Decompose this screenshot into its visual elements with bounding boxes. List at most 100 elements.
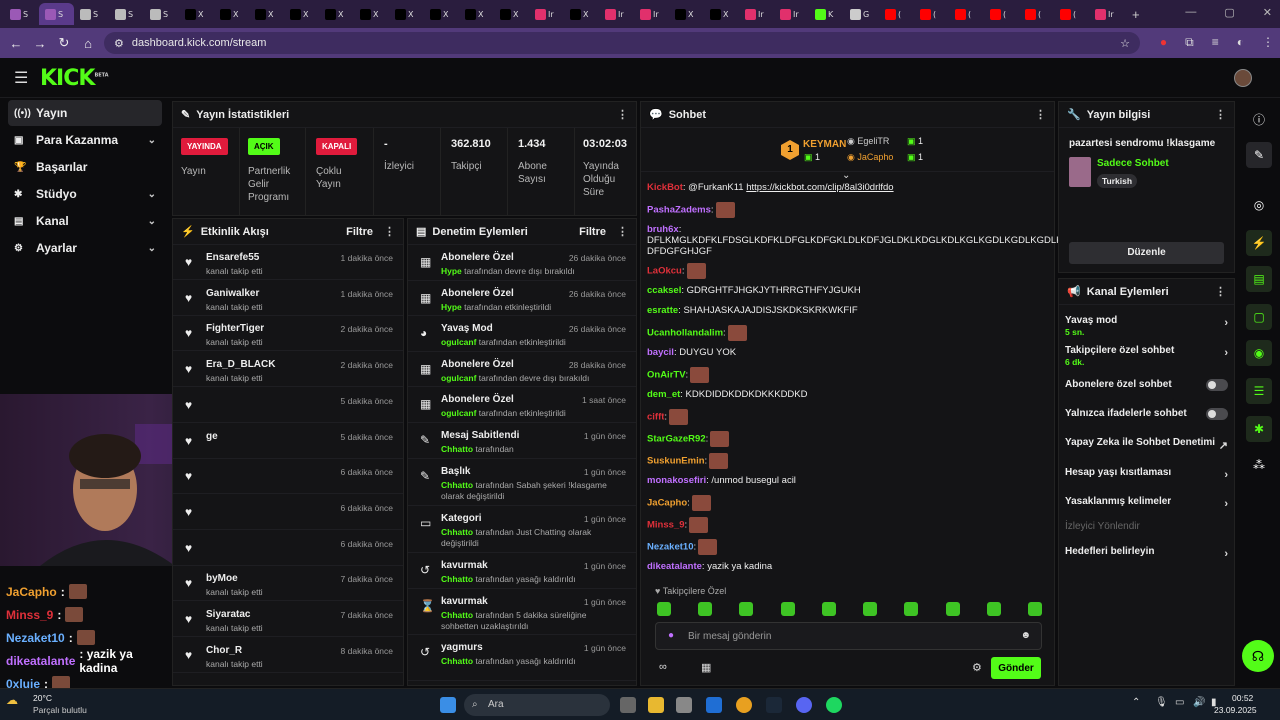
toggle-switch[interactable] — [1206, 379, 1228, 391]
reload-icon[interactable]: ↻ — [52, 35, 76, 51]
chat-link[interactable]: https://kickbot.com/clip/8al3i0drlfdo — [746, 182, 893, 193]
chat-username[interactable]: Minss_9 — [647, 520, 685, 531]
channel-action-5[interactable]: Hesap yaşı kısıtlaması › — [1065, 467, 1228, 481]
clock-date[interactable]: 23.09.2025 — [1214, 705, 1257, 715]
mic-icon[interactable]: ● — [668, 630, 674, 641]
maximize-icon[interactable]: ▢ — [1224, 6, 1234, 19]
microphone-icon[interactable]: 🎙 — [1155, 697, 1168, 708]
browser-tab[interactable]: ( — [914, 3, 949, 25]
browser-tab[interactable]: X — [214, 3, 249, 25]
points-icon[interactable]: ∞ — [659, 661, 667, 673]
moderator-name[interactable]: ogulcanf — [441, 337, 476, 347]
browser-tab[interactable]: S — [74, 3, 109, 25]
browser-tab[interactable]: Ir — [1089, 3, 1124, 25]
moderator-name[interactable]: Chhatto — [441, 574, 473, 584]
sidebar-item-3[interactable]: ✱ Stüdyo ⌄ — [8, 181, 162, 207]
browser-tab[interactable]: Ir — [739, 3, 774, 25]
sidebar-item-1[interactable]: ▣ Para Kazanma ⌄ — [8, 127, 162, 153]
channel-action-1[interactable]: Takipçilere özel sohbet 6 dk. › — [1065, 345, 1228, 367]
browser-tab[interactable]: G — [844, 3, 879, 25]
moderator-name[interactable]: ogulcanf — [441, 408, 476, 418]
quick-emote-icon[interactable] — [821, 602, 836, 616]
toggle-switch[interactable] — [1206, 408, 1228, 420]
channel-action-4[interactable]: Yapay Zeka ile Sohbet Denetimi ↗ — [1065, 437, 1228, 452]
moderator-name[interactable]: Hype — [441, 266, 462, 276]
browser-tab[interactable]: ( — [984, 3, 1019, 25]
moderator-name[interactable]: ogulcanf — [441, 373, 476, 383]
gift-icon[interactable]: ▦ — [701, 661, 711, 674]
channel-action-3[interactable]: Yalnızca ifadelerle sohbet — [1065, 408, 1228, 420]
forward-icon[interactable]: → — [28, 36, 52, 51]
chat-username[interactable]: bruh6x — [647, 224, 679, 235]
browser-tab[interactable]: Ir — [529, 3, 564, 25]
channel-action-6[interactable]: Yasaklanmış kelimeler › — [1065, 496, 1228, 510]
browser-tab[interactable]: ( — [879, 3, 914, 25]
channel-action-0[interactable]: Yavaş mod 5 sn. › — [1065, 315, 1228, 337]
kick-logo[interactable]: KICKBETA — [40, 66, 109, 91]
browser-tab[interactable]: X — [424, 3, 459, 25]
browser-tab[interactable]: X — [669, 3, 704, 25]
activity-username[interactable]: Chor_R — [206, 645, 242, 656]
browser-tab[interactable]: X — [179, 3, 214, 25]
filter-button[interactable]: Filtre — [346, 226, 373, 238]
chat-username[interactable]: SuskunEmin — [647, 456, 705, 467]
file-explorer-icon[interactable] — [648, 697, 664, 713]
quick-emote-icon[interactable] — [1027, 602, 1042, 616]
moderator-name[interactable]: Hype — [441, 302, 462, 312]
send-button[interactable]: Gönder — [991, 657, 1041, 679]
browser-tab[interactable]: S — [39, 3, 74, 25]
chat-username[interactable]: PashaZadems — [647, 205, 711, 216]
chat-username[interactable]: dikeatalante — [647, 561, 702, 572]
browser-tab[interactable]: X — [704, 3, 739, 25]
back-icon[interactable]: ← — [4, 36, 28, 51]
nodes-icon[interactable]: ⁂ — [1246, 452, 1272, 478]
edit-button[interactable]: Düzenle — [1069, 242, 1224, 264]
category-link[interactable]: Sadece Sohbet — [1097, 158, 1169, 169]
outlook-icon[interactable] — [706, 697, 722, 713]
activity-username[interactable]: Era_D_BLACK — [206, 359, 275, 370]
address-bar[interactable]: ⚙ dashboard.kick.com/stream ☆ — [104, 32, 1140, 54]
chat-username[interactable]: cifft — [647, 412, 664, 423]
extension-icon[interactable]: ● — [1160, 35, 1167, 50]
activity-username[interactable]: ge — [206, 431, 218, 442]
spotify-icon[interactable] — [826, 697, 842, 713]
quick-emote-icon[interactable] — [986, 602, 1001, 616]
browser-tab[interactable]: X — [284, 3, 319, 25]
chat-username[interactable]: LaOkcu — [647, 266, 682, 277]
store-icon[interactable] — [676, 697, 692, 713]
chat-username[interactable]: baycil — [647, 347, 674, 358]
activity-username[interactable]: Siyaratac — [206, 609, 250, 620]
network-icon[interactable]: ▭ — [1175, 697, 1184, 708]
chat-username[interactable]: esratte — [647, 305, 678, 316]
media-icon[interactable]: ≡ — [1212, 35, 1219, 50]
quick-emote-icon[interactable] — [780, 602, 795, 616]
quick-emote-icon[interactable] — [739, 602, 754, 616]
quick-emote-icon[interactable] — [945, 602, 960, 616]
more-options-icon[interactable]: ⋮ — [617, 108, 628, 121]
sidebar-item-5[interactable]: ⚙ Ayarlar ⌄ — [8, 235, 162, 261]
task-view-icon[interactable] — [620, 697, 636, 713]
taskbar-search[interactable]: ⌕ Ara — [464, 694, 610, 716]
site-info-icon[interactable]: ⚙ — [114, 37, 124, 50]
browser-tab[interactable]: ( — [1019, 3, 1054, 25]
leader-2[interactable]: ◉ EgeliTR — [847, 136, 889, 147]
sidebar-item-0[interactable]: ((•)) Yayın — [8, 100, 162, 126]
browser-tab[interactable]: X — [249, 3, 284, 25]
chat-username[interactable]: monakosefiri — [647, 475, 706, 486]
sidebar-item-2[interactable]: 🏆 Başarılar — [8, 154, 162, 180]
chat-username[interactable]: StarGazeR92 — [647, 434, 706, 445]
channel-action-8[interactable]: Hedefleri belirleyin › — [1065, 546, 1228, 560]
edit-layout-icon[interactable]: ✎ — [1246, 142, 1272, 168]
more-options-icon[interactable]: ⋮ — [1035, 108, 1046, 121]
browser-tab[interactable]: X — [354, 3, 389, 25]
chat-username[interactable]: dem_et — [647, 389, 680, 400]
layout-icon[interactable]: ☰ — [1246, 378, 1272, 404]
browser-tab[interactable]: X — [319, 3, 354, 25]
moderator-name[interactable]: Chhatto — [441, 656, 473, 666]
channel-action-2[interactable]: Abonelere özel sohbet — [1065, 379, 1228, 391]
lightning-icon[interactable]: ⚡ — [1246, 230, 1272, 256]
focus-icon[interactable]: ◎ — [1246, 192, 1272, 218]
quick-emote-icon[interactable] — [904, 602, 919, 616]
chat-username[interactable]: KickBot — [647, 182, 683, 193]
settings-gear-icon[interactable]: ⚙ — [972, 661, 982, 674]
